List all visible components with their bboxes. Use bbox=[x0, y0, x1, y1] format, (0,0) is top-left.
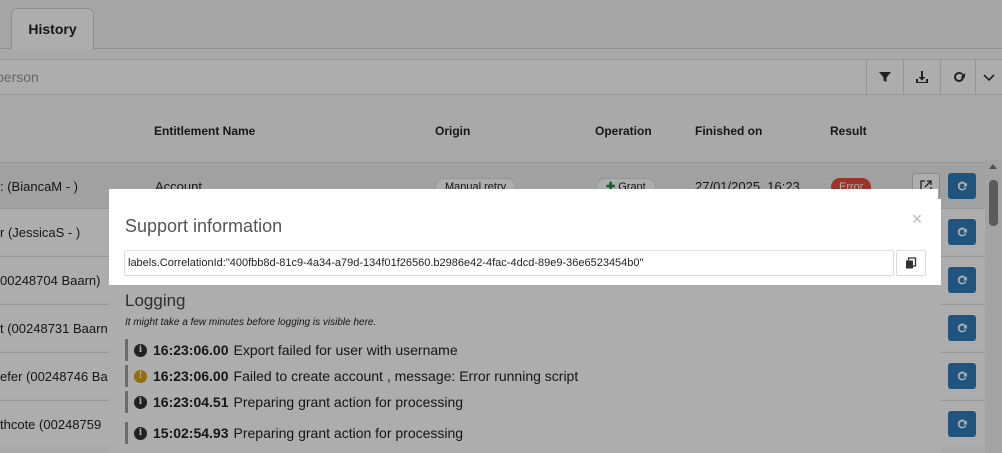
support-info-dialog: Support information × bbox=[109, 199, 941, 285]
dialog-title: Support information bbox=[125, 216, 283, 236]
close-icon[interactable]: × bbox=[909, 210, 925, 228]
copy-icon bbox=[906, 257, 917, 269]
correlation-id-field[interactable] bbox=[124, 250, 894, 276]
copy-button[interactable] bbox=[896, 250, 926, 276]
modal-top-edge bbox=[109, 189, 938, 199]
